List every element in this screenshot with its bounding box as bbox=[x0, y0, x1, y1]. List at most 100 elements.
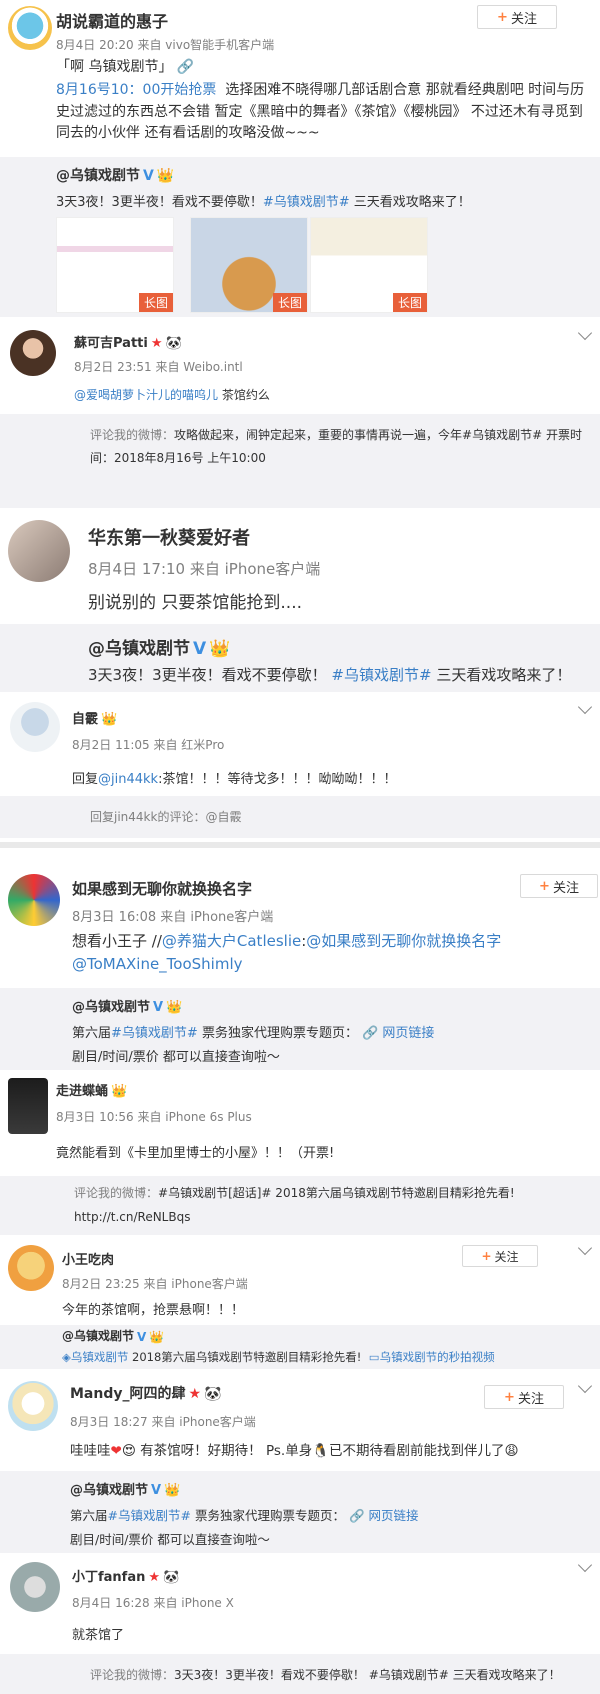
post-4: 自霰 👑 8月2日 11:05 来自 红米Pro 回复@jin44kk:茶馆！！！… bbox=[0, 692, 600, 842]
post-text: 今年的茶馆啊，抢票悬啊！！！ bbox=[62, 1303, 245, 1318]
user-name[interactable]: 走进蝶蛹 👑 bbox=[56, 1080, 127, 1099]
quote-prefix: 评论我的微博： bbox=[74, 1186, 159, 1200]
follow-label: 关注 bbox=[552, 880, 579, 896]
post-meta: 8月2日 11:05 来自 红米Pro bbox=[72, 738, 225, 752]
quoted-post[interactable]: @乌镇戏剧节 V 👑 3天3夜！3更半夜！看戏不要停歇！#乌镇戏剧节# 三天看戏攻略… bbox=[0, 157, 600, 317]
topic-title[interactable]: 「啊 乌镇戏剧节」 🔗 bbox=[56, 56, 194, 76]
chevron-down-icon[interactable] bbox=[577, 1557, 593, 1573]
crown-icon: 👑 bbox=[156, 168, 175, 184]
post-text: 别说别的 只要茶馆能抢到.... bbox=[88, 593, 303, 613]
post-text-mid: 有茶馆呀！好期待！ Ps.单身 bbox=[135, 1443, 313, 1459]
long-image-tag: 长图 bbox=[138, 293, 173, 312]
user-name[interactable]: 如果感到无聊你就换换名字 bbox=[72, 878, 252, 899]
quoted-comment[interactable]: 评论我的微博：3天3夜！3更半夜！看戏不要停歇！ #乌镇戏剧节# 三天看戏攻略来… bbox=[0, 1654, 600, 1694]
quoted-post[interactable]: @乌镇戏剧节 V 👑 第六届#乌镇戏剧节# 票务独家代理购票专题页： 🔗 网页链接 … bbox=[0, 1471, 600, 1553]
topic-icon: ◈ bbox=[62, 1350, 71, 1364]
user-name[interactable]: 胡说霸道的惠子 bbox=[56, 8, 168, 32]
chevron-down-icon[interactable] bbox=[577, 1378, 593, 1394]
thumbnail-1[interactable]: 长图 bbox=[56, 217, 174, 313]
avatar[interactable] bbox=[10, 702, 60, 752]
quote-user[interactable]: @乌镇戏剧节 V 👑 bbox=[70, 1479, 180, 1498]
weibo-feed: 胡说霸道的惠子 8月4日 20:20 来自 vivo智能手机客户端 + 关注 「啊… bbox=[0, 0, 600, 1694]
quote-user-name: @乌镇戏剧节 bbox=[56, 168, 140, 184]
quote-text: 3天3夜！3更半夜！看戏不要停歇！#乌镇戏剧节# 三天看戏攻略来了！ bbox=[56, 191, 471, 210]
hashtag-link[interactable]: #乌镇戏剧节# bbox=[108, 1508, 191, 1523]
post-3: 华东第一秋葵爱好者 8月4日 17:10 来自 iPhone客户端 别说别的 只… bbox=[0, 508, 600, 692]
mention-link[interactable]: @爱喝胡萝卜汁儿的喵呜儿 bbox=[74, 388, 218, 402]
web-link-label: 网页链接 bbox=[368, 1508, 419, 1523]
quote-user-name: @乌镇戏剧节 bbox=[62, 1329, 135, 1343]
post-text-pre: 哇哇哇 bbox=[70, 1443, 111, 1459]
avatar[interactable] bbox=[8, 1245, 54, 1291]
mention-link[interactable]: @ToMAXine_TooShimly bbox=[72, 955, 243, 973]
avatar[interactable] bbox=[8, 6, 52, 50]
follow-button[interactable]: + 关注 bbox=[477, 5, 557, 29]
follow-label: 关注 bbox=[517, 1391, 544, 1407]
thumbnail-3[interactable]: 长图 bbox=[310, 217, 428, 313]
post-text-post: 已不期待看剧前能找到伴儿了 bbox=[329, 1443, 505, 1459]
mention-link[interactable]: @如果感到无聊你就换换名字 bbox=[306, 932, 501, 950]
user-name[interactable]: 小丁fanfan ★ 🐼 bbox=[72, 1566, 179, 1585]
chevron-down-icon[interactable] bbox=[577, 325, 593, 341]
post-text: 8月16号10：00开始抢票 选择困难不晓得哪几部话剧合意 那就看经典剧吧 时间… bbox=[56, 80, 596, 145]
user-name[interactable]: Mandy_阿四的肆 ★ 🐼 bbox=[70, 1383, 222, 1403]
quoted-comment[interactable]: 回复jin44kk的评论：@自霰 bbox=[0, 796, 600, 838]
quote-prefix: 评论我的微博： bbox=[90, 1668, 175, 1682]
quote-text: ◈乌镇戏剧节 2018第六届乌镇戏剧节特邀剧目精彩抢先看! ▭乌镇戏剧节的秒拍视… bbox=[62, 1349, 495, 1365]
hashtag-link[interactable]: #乌镇戏剧节# bbox=[331, 666, 431, 684]
mention-link[interactable]: @jin44kk bbox=[98, 772, 158, 787]
thumbnail-2[interactable]: 长图 bbox=[190, 217, 308, 313]
quoted-post[interactable]: @乌镇戏剧节 V 👑 3天3夜！3更半夜！看戏不要停歇！ #乌镇戏剧节# 三天看戏攻… bbox=[0, 624, 600, 692]
user-name[interactable]: 小王吃肉 bbox=[62, 1249, 114, 1268]
avatar[interactable] bbox=[8, 1078, 48, 1134]
follow-label: 关注 bbox=[510, 11, 537, 27]
long-image-tag: 长图 bbox=[392, 293, 427, 312]
quote-text-body: 3天3夜！3更半夜！看戏不要停歇！ #乌镇戏剧节# 三天看戏攻略来了！ bbox=[174, 1668, 561, 1682]
user-name-text: 小丁fanfan bbox=[72, 1570, 146, 1585]
topic-link[interactable]: 乌镇戏剧节 bbox=[71, 1350, 129, 1364]
post-meta: 8月2日 23:25 来自 iPhone客户端 bbox=[62, 1277, 248, 1291]
avatar[interactable] bbox=[10, 1562, 60, 1612]
quoted-post[interactable]: @乌镇戏剧节 V 👑 第六届#乌镇戏剧节# 票务独家代理购票专题页： 🔗 网页链接 … bbox=[0, 988, 600, 1070]
quote-user[interactable]: @乌镇戏剧节 V 👑 bbox=[62, 1327, 164, 1344]
hashtag-link[interactable]: #乌镇戏剧节# bbox=[111, 1026, 198, 1041]
avatar[interactable] bbox=[10, 330, 56, 376]
link-icon: 🔗 bbox=[348, 1508, 365, 1523]
plus-icon: + bbox=[539, 878, 550, 894]
quote-line-2: 剧目/时间/票价 都可以直接查询啦～ bbox=[70, 1532, 270, 1547]
quote-text-post: 票务独家代理购票专题页： bbox=[197, 1026, 358, 1041]
chevron-down-icon[interactable] bbox=[577, 699, 593, 715]
link-icon: 🔗 bbox=[176, 59, 195, 75]
chevron-down-icon[interactable] bbox=[577, 1240, 593, 1256]
avatar[interactable] bbox=[8, 1381, 58, 1431]
heart-icon: ❤ bbox=[110, 1443, 122, 1459]
avatar[interactable] bbox=[8, 874, 60, 926]
user-name[interactable]: 华东第一秋葵爱好者 bbox=[88, 524, 250, 550]
verified-icon: V bbox=[151, 1483, 162, 1498]
follow-label: 关注 bbox=[494, 1249, 519, 1264]
user-name-text: 自霰 bbox=[72, 712, 99, 727]
quote-url[interactable]: http://t.cn/ReNLBqs bbox=[74, 1210, 190, 1224]
quoted-comment[interactable]: 评论我的微博：#乌镇戏剧节[超话]# 2018第六届乌镇戏剧节特邀剧目精彩抢先看… bbox=[0, 1176, 600, 1235]
user-name[interactable]: 自霰 👑 bbox=[72, 708, 117, 727]
quote-user-name: @乌镇戏剧节 bbox=[72, 1000, 151, 1015]
avatar[interactable] bbox=[8, 520, 70, 582]
hashtag-link[interactable]: #乌镇戏剧节# bbox=[263, 195, 350, 210]
quoted-post[interactable]: @乌镇戏剧节 V 👑 ◈乌镇戏剧节 2018第六届乌镇戏剧节特邀剧目精彩抢先看! ▭… bbox=[0, 1325, 600, 1369]
mention-link[interactable]: @养猫大户Catleslie bbox=[162, 932, 301, 950]
follow-button[interactable]: + 关注 bbox=[520, 874, 598, 898]
quote-user[interactable]: @乌镇戏剧节 V 👑 bbox=[56, 165, 174, 185]
follow-button[interactable]: + 关注 bbox=[484, 1385, 564, 1409]
quote-text: 评论我的微博：3天3夜！3更半夜！看戏不要停歇！ #乌镇戏剧节# 三天看戏攻略来… bbox=[90, 1666, 561, 1683]
video-link[interactable]: 乌镇戏剧节的秒拍视频 bbox=[380, 1350, 495, 1364]
quoted-comment[interactable]: 评论我的微博：攻略做起来，闹钟定起来，重要的事情再说一遍，今年#乌镇戏剧节# 开… bbox=[0, 414, 600, 508]
section-divider bbox=[0, 842, 600, 848]
web-link[interactable]: 🔗 网页链接 bbox=[349, 1508, 419, 1523]
quote-text-body: #乌镇戏剧节[超话]# 2018第六届乌镇戏剧节特邀剧目精彩抢先看! bbox=[158, 1186, 515, 1200]
user-name[interactable]: 蘇可吉Patti ★ 🐼 bbox=[74, 332, 182, 351]
quote-user[interactable]: @乌镇戏剧节 V 👑 bbox=[72, 996, 182, 1015]
follow-button[interactable]: + 关注 bbox=[462, 1245, 538, 1267]
quote-user[interactable]: @乌镇戏剧节 V 👑 bbox=[88, 634, 230, 659]
web-link[interactable]: 🔗 网页链接 bbox=[362, 1026, 434, 1041]
quote-text-post: 三天看戏攻略来了！ bbox=[353, 195, 471, 210]
